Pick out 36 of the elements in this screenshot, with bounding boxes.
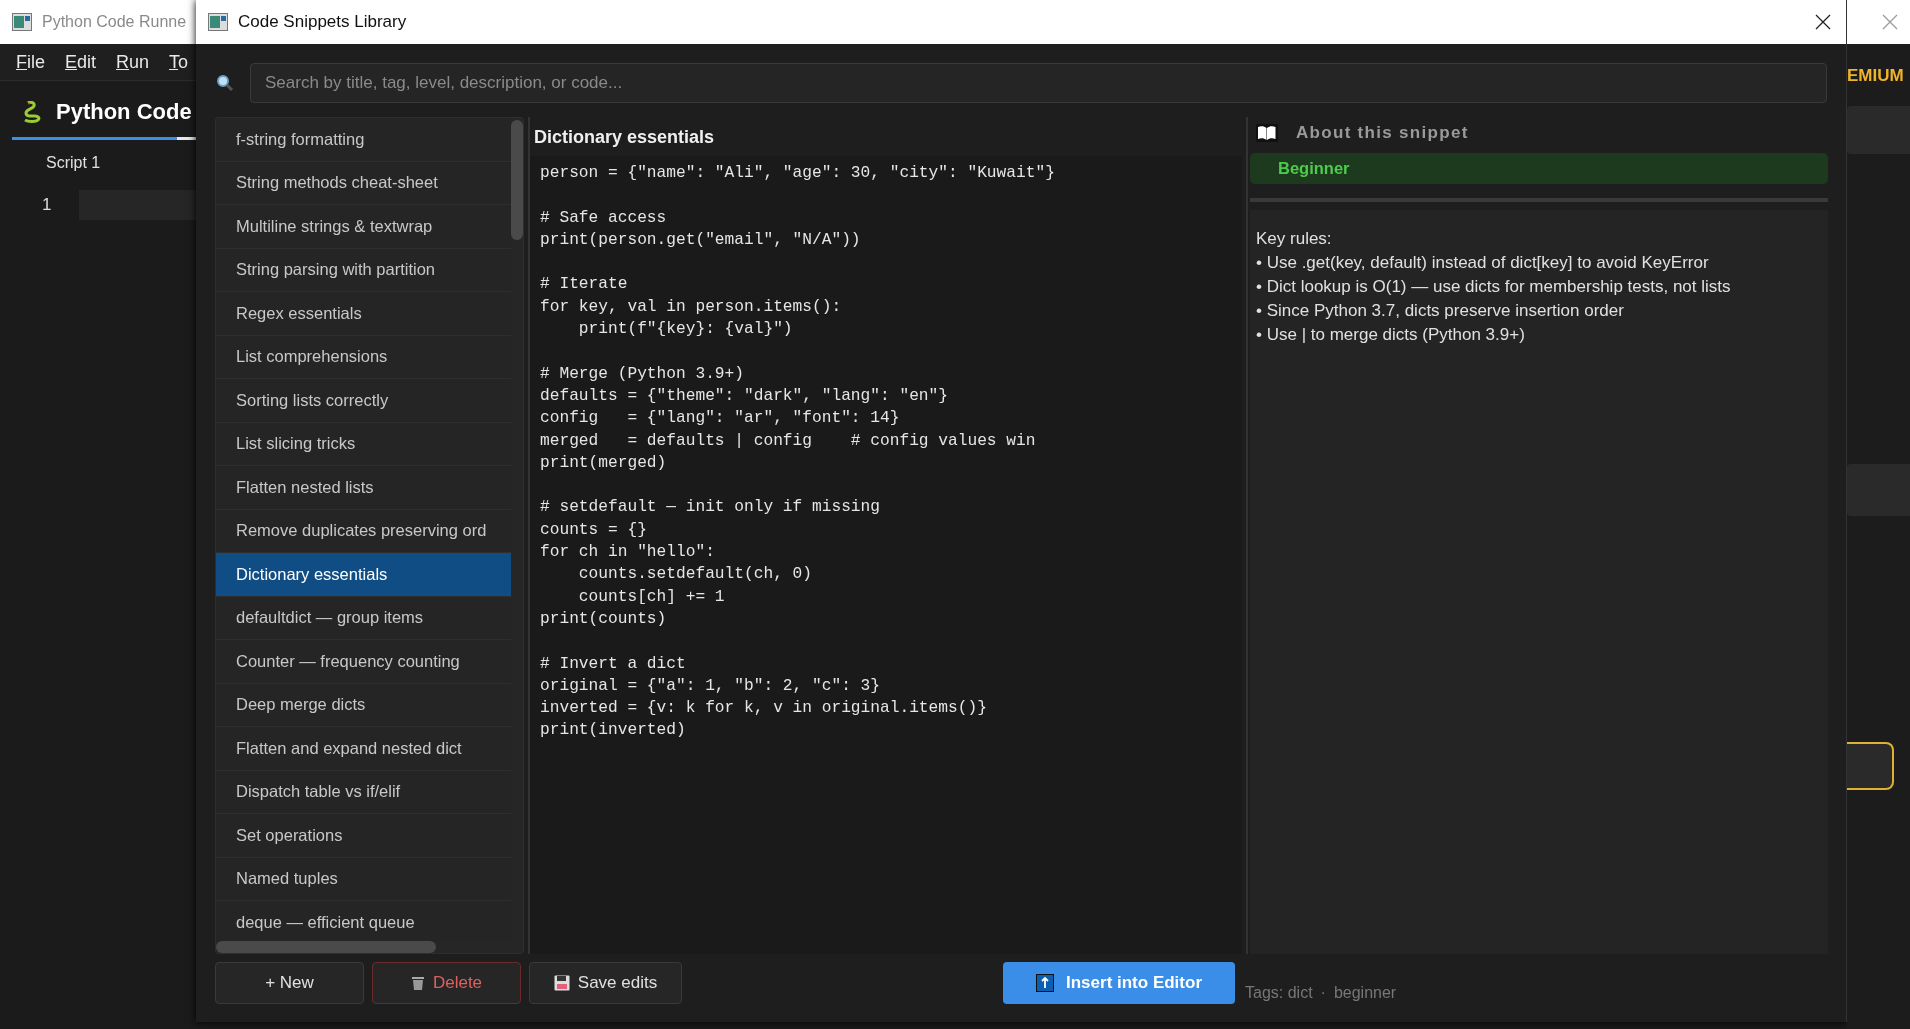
menu-item[interactable]: File (16, 51, 45, 73)
note-text: • Since Python 3.7, dicts preserve insertion order (1256, 300, 1625, 322)
dialog-title: Code Snippets Library (238, 12, 407, 32)
note-text: • Dict lookup is O(1) — use dicts for membership tests, not lists (1256, 276, 1732, 298)
note-text: • Use | to merge dicts (Python 3.9+) (1256, 324, 1526, 346)
app-icon (208, 13, 228, 31)
snippet-title: Dictionary essentials (533, 126, 716, 149)
note-text: • Use .get(key, default) instead of dict[key] to avoid KeyError (1256, 252, 1710, 274)
script-tab[interactable]: Script 1 (0, 140, 196, 172)
snippet-list-item[interactable]: Dictionary essentials (216, 553, 511, 597)
premium-label: EMIUM (1847, 65, 1905, 86)
upload-icon (1036, 974, 1054, 992)
tags-label: Tags: dict (1245, 984, 1313, 1002)
line-number: 1 (42, 195, 52, 215)
scrollbar-thumb[interactable] (216, 941, 436, 953)
delete-button[interactable]: Delete (372, 962, 521, 1004)
notes-heading: Key rules: (1256, 228, 1333, 250)
close-icon[interactable] (1815, 14, 1831, 30)
menu-item[interactable]: To (169, 51, 189, 73)
search-icon (216, 74, 234, 92)
app-header-title: Python Code (56, 99, 192, 125)
level-badge: Beginner (1250, 153, 1828, 184)
trash-icon (410, 975, 425, 991)
snake-icon (22, 101, 42, 123)
search-field[interactable]: Search by title, tag, level, description, or code... (250, 63, 1827, 103)
save-button[interactable]: Save edits (529, 962, 682, 1004)
about-heading: About this snippet (1296, 123, 1469, 143)
scrollbar-thumb[interactable] (511, 120, 523, 240)
window-title: Python Code Runne (42, 13, 187, 31)
menu-item[interactable]: Edit (65, 51, 97, 73)
new-button[interactable]: + New (215, 962, 364, 1004)
tag-separator: · (1320, 984, 1326, 1002)
menu-item[interactable]: Run (116, 51, 150, 73)
app-icon (12, 13, 32, 31)
book-icon (1256, 124, 1278, 142)
tag-text: beginner (1333, 984, 1397, 1002)
